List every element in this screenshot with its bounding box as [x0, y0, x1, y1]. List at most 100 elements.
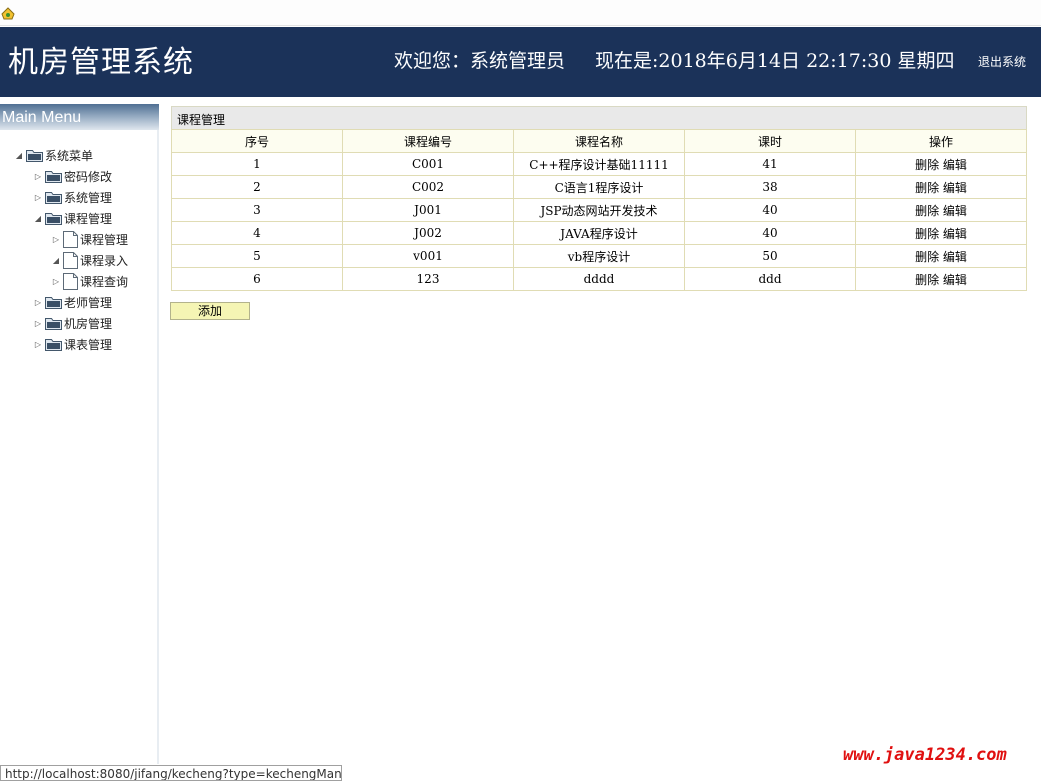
cell-index: 2: [171, 175, 343, 199]
tree-node-password[interactable]: ▷ 密码修改: [31, 166, 112, 186]
logout-link[interactable]: 退出系统: [978, 53, 1026, 70]
main-menu-heading: Main Menu: [0, 104, 159, 130]
cell-name: JSP动态网站开发技术: [513, 198, 685, 222]
app-title: 机房管理系统: [8, 45, 194, 80]
document-icon: [63, 251, 78, 269]
add-course-button[interactable]: 添加: [170, 302, 250, 320]
edit-link[interactable]: 编辑: [943, 250, 967, 264]
document-icon: [63, 272, 78, 290]
table-row: 1 C001 C++程序设计基础11111 41 删除 编辑: [171, 152, 1027, 176]
app-header: 机房管理系统 欢迎您：系统管理员 现在是:2018年6月14日 22:17:30 …: [0, 27, 1041, 97]
tree-node-system[interactable]: ▷ 系统管理: [31, 187, 112, 207]
document-icon: [63, 230, 78, 248]
current-datetime: 现在是:2018年6月14日 22:17:30 星期四: [595, 50, 955, 72]
course-panel: 课程管理 序号 课程编号 课程名称 课时 操作 1 C001 C++程序设计基础…: [171, 106, 1027, 291]
cell-name: vb程序设计: [513, 244, 685, 268]
cell-code: C001: [342, 152, 514, 176]
delete-link[interactable]: 删除: [915, 204, 939, 218]
edit-link[interactable]: 编辑: [943, 181, 967, 195]
cell-actions: 删除 编辑: [855, 152, 1027, 176]
tree-node-root[interactable]: ◢ 系统菜单: [12, 145, 93, 165]
folder-icon: [45, 212, 62, 225]
folder-icon: [26, 149, 43, 162]
column-header: 序号: [171, 129, 343, 153]
welcome-bar: 欢迎您：系统管理员 现在是:2018年6月14日 22:17:30 星期四: [394, 46, 954, 73]
column-header: 课程名称: [513, 129, 685, 153]
tree-node-course-query[interactable]: ▷ 课程查询: [49, 271, 128, 291]
column-header: 操作: [855, 129, 1027, 153]
browser-top-strip: [0, 0, 1041, 26]
collapsed-arrow-icon: ▷: [52, 234, 60, 244]
edit-link[interactable]: 编辑: [943, 158, 967, 172]
delete-link[interactable]: 删除: [915, 273, 939, 287]
edit-link[interactable]: 编辑: [943, 273, 967, 287]
tree-node-course-manage[interactable]: ▷ 课程管理: [49, 229, 128, 249]
panel-title: 课程管理: [171, 106, 1027, 129]
expanded-arrow-icon: ◢: [52, 255, 60, 265]
table-row: 3 J001 JSP动态网站开发技术 40 删除 编辑: [171, 198, 1027, 222]
cell-index: 5: [171, 244, 343, 268]
status-bar-url: http://localhost:8080/jifang/kecheng?typ…: [0, 765, 342, 781]
tree-label: 课程管理: [80, 232, 129, 247]
edit-link[interactable]: 编辑: [943, 204, 967, 218]
tree-label: 课程查询: [80, 274, 129, 289]
collapsed-arrow-icon[interactable]: ▷: [31, 340, 45, 349]
folder-icon: [45, 338, 62, 351]
tree-node-teacher[interactable]: ▷ 老师管理: [31, 292, 112, 312]
table-row: 2 C002 C语言1程序设计 38 删除 编辑: [171, 175, 1027, 199]
collapsed-arrow-icon[interactable]: ▷: [31, 172, 45, 181]
delete-link[interactable]: 删除: [915, 250, 939, 264]
cell-name: JAVA程序设计: [513, 221, 685, 245]
tree-label: 系统管理: [64, 190, 113, 205]
delete-link[interactable]: 删除: [915, 227, 939, 241]
cell-actions: 删除 编辑: [855, 221, 1027, 245]
cell-index: 4: [171, 221, 343, 245]
delete-link[interactable]: 删除: [915, 158, 939, 172]
sidebar: Main Menu ◢ 系统菜单 ▷ 密码修改 ▷ 系统管理 ◢ 课程管理 ▷ …: [0, 104, 159, 764]
table-row: 4 J002 JAVA程序设计 40 删除 编辑: [171, 221, 1027, 245]
column-header: 课程编号: [342, 129, 514, 153]
cell-code: v001: [342, 244, 514, 268]
cell-hours: 40: [684, 221, 856, 245]
column-header: 课时: [684, 129, 856, 153]
collapsed-arrow-icon[interactable]: ▷: [31, 319, 45, 328]
cell-index: 3: [171, 198, 343, 222]
tree-label: 课程管理: [64, 211, 113, 226]
cell-code: C002: [342, 175, 514, 199]
expanded-arrow-icon[interactable]: ◢: [31, 214, 45, 223]
tree-node-lab[interactable]: ▷ 机房管理: [31, 313, 112, 333]
collapsed-arrow-icon[interactable]: ▷: [31, 298, 45, 307]
tree-label: 课表管理: [64, 337, 113, 352]
tree-label: 密码修改: [64, 169, 113, 184]
table-header-row: 序号 课程编号 课程名称 课时 操作: [171, 129, 1027, 153]
folder-icon: [45, 170, 62, 183]
delete-link[interactable]: 删除: [915, 181, 939, 195]
cell-code: 123: [342, 267, 514, 291]
cell-code: J001: [342, 198, 514, 222]
folder-icon: [45, 296, 62, 309]
tree-label: 课程录入: [80, 253, 129, 268]
tree-node-course-entry[interactable]: ◢ 课程录入: [49, 250, 128, 270]
cell-hours: ddd: [684, 267, 856, 291]
cell-actions: 删除 编辑: [855, 267, 1027, 291]
tree-label: 系统菜单: [45, 148, 94, 163]
cell-name: dddd: [513, 267, 685, 291]
expanded-arrow-icon[interactable]: ◢: [12, 151, 26, 160]
cell-actions: 删除 编辑: [855, 198, 1027, 222]
cell-actions: 删除 编辑: [855, 175, 1027, 199]
cell-code: J002: [342, 221, 514, 245]
folder-icon: [45, 191, 62, 204]
table-row: 6 123 dddd ddd 删除 编辑: [171, 267, 1027, 291]
collapsed-arrow-icon[interactable]: ▷: [31, 193, 45, 202]
cell-hours: 41: [684, 152, 856, 176]
folder-icon: [45, 317, 62, 330]
edit-link[interactable]: 编辑: [943, 227, 967, 241]
tree-node-course[interactable]: ◢ 课程管理: [31, 208, 112, 228]
cell-hours: 50: [684, 244, 856, 268]
tree-node-schedule[interactable]: ▷ 课表管理: [31, 334, 112, 354]
course-table: 序号 课程编号 课程名称 课时 操作 1 C001 C++程序设计基础11111…: [171, 129, 1027, 291]
cell-name: C语言1程序设计: [513, 175, 685, 199]
welcome-text: 欢迎您：系统管理员: [394, 50, 566, 72]
cell-hours: 40: [684, 198, 856, 222]
site-watermark: www.java1234.com: [843, 745, 1007, 765]
